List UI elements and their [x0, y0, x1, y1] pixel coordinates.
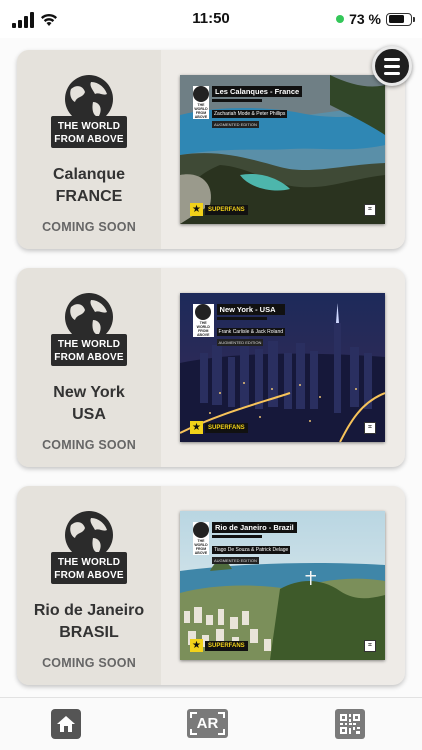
hamburger-menu-icon[interactable] — [372, 46, 412, 86]
app-screen: 11:50 73 % THE WORLD FROM ABOVE Calanque… — [0, 0, 422, 750]
cover-title: Rio de Janeiro - Brazil — [212, 522, 297, 533]
cover-badge: THE WORLD FROM ABOVE Rio de Janeiro - Bra… — [193, 522, 297, 564]
logo-line2: FROM ABOVE — [54, 134, 124, 145]
cover-text: New York - USA Frank Carlisle & Jack Rol… — [214, 304, 285, 346]
menu-bar — [384, 64, 400, 68]
cover-divider — [216, 317, 267, 320]
logo-line1: THE WORLD — [57, 557, 121, 568]
superfans-badge: ★ SUPERFANS — [190, 421, 248, 434]
battery-percent: 73 % — [349, 11, 381, 27]
world-from-above-logo: THE WORLD FROM ABOVE — [51, 510, 127, 584]
place-name-line1: Calanque — [52, 166, 125, 183]
card-info-panel: THE WORLD FROM ABOVE Rio de Janeiro BRAS… — [17, 486, 161, 685]
cover-text: Les Calanques - France Zachariah Mode & … — [209, 86, 303, 128]
ar-tab-label: AR — [196, 715, 219, 732]
mini-globe-icon — [193, 522, 209, 538]
destination-card-rio[interactable]: THE WORLD FROM ABOVE Rio de Janeiro BRAS… — [17, 486, 405, 685]
mini-globe-icon — [193, 86, 209, 102]
place-name-line2: BRASIL — [59, 624, 119, 641]
ar-marker-icon: ⌗ — [364, 204, 376, 216]
logo-line2: FROM ABOVE — [54, 352, 124, 363]
place-name: Calanque FRANCE — [53, 164, 125, 208]
status-bar: 11:50 73 % — [0, 0, 422, 38]
star-icon: ★ — [190, 203, 203, 216]
cover-logo: THE WORLD FROM ABOVE — [193, 522, 209, 555]
battery-fill — [388, 15, 404, 23]
cover-image: THE WORLD FROM ABOVE Les Calanques - Fran… — [180, 75, 385, 224]
place-name-line2: USA — [72, 406, 106, 423]
cover-authors: Zachariah Mode & Peter Phillips — [212, 110, 288, 118]
ar-tab[interactable]: AR — [187, 709, 228, 738]
cover-authors: Frank Carlisle & Jack Roland — [216, 328, 285, 336]
superfans-badge: ★ SUPERFANS — [190, 639, 248, 652]
cover-logo-text: THE WORLD FROM ABOVE — [194, 103, 208, 119]
cover-edition: AUGMENTED EDITION — [212, 121, 259, 128]
menu-bar — [384, 57, 400, 61]
place-name: Rio de Janeiro BRASIL — [34, 600, 144, 644]
world-from-above-logo: THE WORLD FROM ABOVE — [51, 292, 127, 366]
battery-status: 73 % — [336, 10, 415, 28]
card-cover-panel: THE WORLD FROM ABOVE Rio de Janeiro - Bra… — [161, 486, 405, 685]
ar-marker-icon: ⌗ — [364, 640, 376, 652]
cover-title: New York - USA — [216, 304, 285, 315]
menu-bar — [384, 71, 400, 75]
place-name-line1: New York — [53, 384, 125, 401]
destination-card-calanque[interactable]: THE WORLD FROM ABOVE Calanque FRANCE COM… — [17, 50, 405, 249]
star-icon: ★ — [190, 639, 203, 652]
logo-band: THE WORLD FROM ABOVE — [51, 116, 127, 148]
logo-line1: THE WORLD — [57, 339, 121, 350]
cover-title: Les Calanques - France — [212, 86, 303, 97]
card-cover-panel: THE WORLD FROM ABOVE New York - USA Frank… — [161, 268, 405, 467]
bottom-tab-bar: AR — [0, 697, 422, 750]
card-info-panel: THE WORLD FROM ABOVE New York USA COMING… — [17, 268, 161, 467]
home-icon — [57, 716, 75, 732]
cover-edition: AUGMENTED EDITION — [212, 557, 259, 564]
battery-icon — [386, 12, 415, 26]
cover-logo-text: THE WORLD FROM ABOVE — [196, 321, 210, 337]
qr-scan-tab[interactable] — [335, 709, 365, 739]
cover-text: Rio de Janeiro - Brazil Tiago De Souza &… — [209, 522, 297, 564]
activity-dot — [336, 15, 345, 23]
status-label: COMING SOON — [42, 656, 136, 670]
cover-divider — [212, 99, 262, 102]
star-icon: ★ — [190, 421, 203, 434]
home-tab[interactable] — [51, 709, 81, 739]
destination-card-new-york[interactable]: THE WORLD FROM ABOVE New York USA COMING… — [17, 268, 405, 467]
superfans-label: SUPERFANS — [205, 204, 248, 215]
logo-line1: THE WORLD — [57, 121, 121, 132]
cover-badge: THE WORLD FROM ABOVE New York - USA Frank… — [193, 304, 285, 346]
card-info-panel: THE WORLD FROM ABOVE Calanque FRANCE COM… — [17, 50, 161, 249]
destination-list: THE WORLD FROM ABOVE Calanque FRANCE COM… — [17, 50, 405, 704]
superfans-label: SUPERFANS — [205, 640, 248, 651]
cover-badge: THE WORLD FROM ABOVE Les Calanques - Fran… — [193, 86, 303, 128]
world-from-above-logo: THE WORLD FROM ABOVE — [51, 74, 127, 148]
card-cover-panel: THE WORLD FROM ABOVE Les Calanques - Fran… — [161, 50, 405, 249]
cover-edition: AUGMENTED EDITION — [216, 339, 264, 346]
logo-band: THE WORLD FROM ABOVE — [51, 552, 127, 584]
superfans-label: SUPERFANS — [205, 422, 248, 433]
qr-code-icon — [339, 713, 361, 735]
cover-image: THE WORLD FROM ABOVE Rio de Janeiro - Bra… — [180, 511, 385, 660]
cover-logo-text: THE WORLD FROM ABOVE — [194, 539, 208, 555]
cover-logo: THE WORLD FROM ABOVE — [193, 86, 209, 119]
logo-line2: FROM ABOVE — [54, 570, 124, 581]
logo-band: THE WORLD FROM ABOVE — [51, 334, 127, 366]
superfans-badge: ★ SUPERFANS — [190, 203, 248, 216]
place-name-line1: Rio de Janeiro — [33, 602, 145, 619]
status-label: COMING SOON — [42, 220, 136, 234]
cover-divider — [212, 535, 262, 538]
mini-globe-icon — [195, 304, 212, 320]
cover-authors: Tiago De Souza & Patrick Delage — [212, 546, 291, 554]
status-label: COMING SOON — [42, 438, 136, 452]
cover-image: THE WORLD FROM ABOVE New York - USA Frank… — [180, 293, 385, 442]
place-name: New York USA — [53, 382, 124, 426]
ar-marker-icon: ⌗ — [364, 422, 376, 434]
cover-logo: THE WORLD FROM ABOVE — [193, 304, 214, 337]
place-name-line2: FRANCE — [55, 188, 123, 205]
